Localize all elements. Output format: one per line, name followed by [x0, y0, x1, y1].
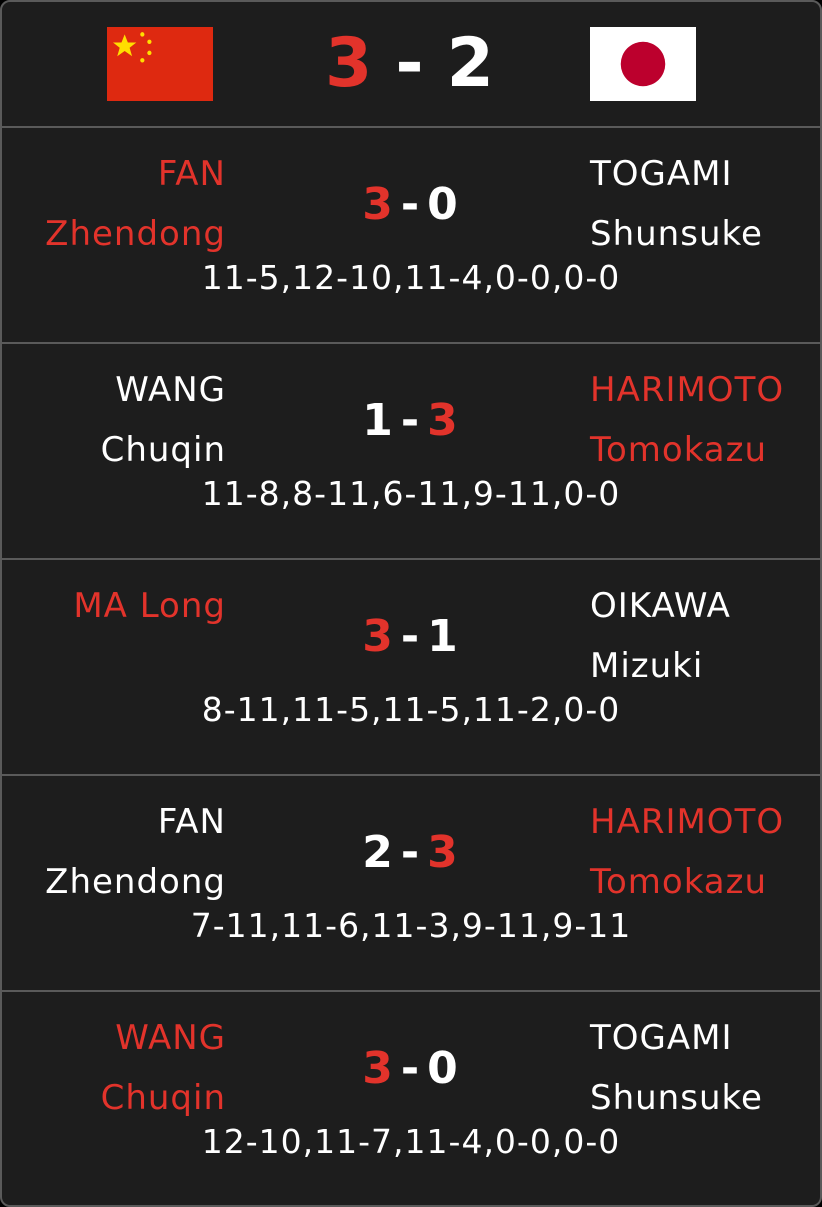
- left-player-last: Chuqin: [100, 1078, 226, 1118]
- right-player-name: OIKAWA Mizuki: [590, 576, 731, 696]
- left-player-first: WANG: [115, 370, 226, 410]
- left-player-last: Zhendong: [45, 214, 226, 254]
- right-score: 3: [427, 395, 458, 446]
- right-player-name: TOGAMI Shunsuke: [590, 1008, 763, 1128]
- game-scores: 11-5,12-10,11-4,0-0,0-0: [201, 258, 621, 297]
- right-score: 0: [427, 1043, 458, 1094]
- left-score: 3: [362, 179, 393, 230]
- left-player-first: WANG: [115, 1018, 226, 1058]
- right-player-last: Tomokazu: [590, 862, 768, 902]
- left-player-name: WANG Chuqin: [101, 360, 226, 480]
- team-score-separator: -: [395, 24, 425, 103]
- score-separator: -: [400, 611, 420, 662]
- left-player-name: FAN Zhendong: [45, 144, 226, 264]
- match-row: WANG Chuqin 1-3 HARIMOTO Tomokazu 11-8,8…: [2, 344, 820, 558]
- right-score: 0: [427, 179, 458, 230]
- left-player-last: Zhendong: [45, 862, 226, 902]
- score-separator: -: [400, 395, 420, 446]
- left-score: 1: [362, 395, 393, 446]
- right-player-last: Mizuki: [590, 646, 704, 686]
- left-score: 2: [362, 827, 393, 878]
- game-scores: 8-11,11-5,11-5,11-2,0-0: [201, 690, 621, 729]
- right-player-first: TOGAMI: [590, 1018, 733, 1058]
- right-player-name: HARIMOTO Tomokazu: [590, 360, 784, 480]
- match-row: WANG Chuqin 3-0 TOGAMI Shunsuke 12-10,11…: [2, 992, 820, 1205]
- right-player-last: Tomokazu: [590, 430, 768, 470]
- left-player-first: FAN: [157, 154, 226, 194]
- right-player-name: TOGAMI Shunsuke: [590, 144, 763, 264]
- right-score: 3: [427, 827, 458, 878]
- match-row: FAN Zhendong 2-3 HARIMOTO Tomokazu 7-11,…: [2, 776, 820, 990]
- match-row: FAN Zhendong 3-0 TOGAMI Shunsuke 11-5,12…: [2, 128, 820, 342]
- game-scores: 12-10,11-7,11-4,0-0,0-0: [201, 1122, 621, 1161]
- score-separator: -: [400, 827, 420, 878]
- left-score: 3: [362, 1043, 393, 1094]
- match-score: 2-3: [310, 831, 510, 875]
- team-score-home: 3: [325, 24, 374, 103]
- right-player-first: HARIMOTO: [590, 802, 785, 842]
- match-score: 3-0: [310, 183, 510, 227]
- left-player-last: Chuqin: [100, 430, 226, 470]
- team-score-away: 2: [446, 24, 495, 103]
- team-match-scoreboard: 3-2 FAN Zhendong 3-0 TOGAMI Shunsuke 11-…: [0, 0, 822, 1207]
- match-score: 1-3: [310, 399, 510, 443]
- china-flag-icon: [107, 27, 213, 101]
- left-player-name: MA Long: [73, 576, 226, 636]
- score-separator: -: [400, 1043, 420, 1094]
- right-player-first: HARIMOTO: [590, 370, 785, 410]
- left-player-name: WANG Chuqin: [101, 1008, 226, 1128]
- left-player-first: MA Long: [73, 586, 226, 626]
- team-score-header: 3-2: [2, 2, 820, 126]
- team-score: 3-2: [260, 30, 560, 98]
- right-player-first: OIKAWA: [590, 586, 731, 626]
- match-score: 3-1: [310, 615, 510, 659]
- score-separator: -: [400, 179, 420, 230]
- japan-flag-icon: [590, 27, 696, 101]
- match-row: MA Long 3-1 OIKAWA Mizuki 8-11,11-5,11-5…: [2, 560, 820, 774]
- right-player-name: HARIMOTO Tomokazu: [590, 792, 784, 912]
- match-score: 3-0: [310, 1047, 510, 1091]
- left-player-name: FAN Zhendong: [45, 792, 226, 912]
- right-score: 1: [427, 611, 458, 662]
- right-player-last: Shunsuke: [590, 214, 763, 254]
- right-player-first: TOGAMI: [590, 154, 733, 194]
- left-score: 3: [362, 611, 393, 662]
- left-player-first: FAN: [157, 802, 226, 842]
- right-player-last: Shunsuke: [590, 1078, 763, 1118]
- game-scores: 11-8,8-11,6-11,9-11,0-0: [201, 474, 621, 513]
- game-scores: 7-11,11-6,11-3,9-11,9-11: [190, 906, 632, 945]
